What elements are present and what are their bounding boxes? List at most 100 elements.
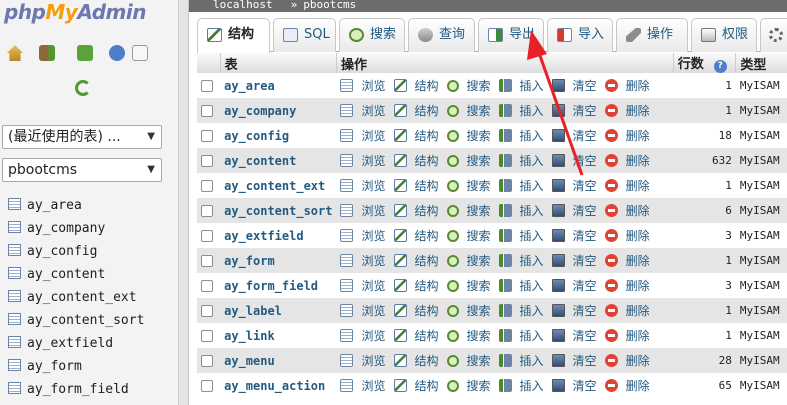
insert-action[interactable]: 插入 [498,302,544,319]
row-checkbox[interactable] [201,205,213,217]
help-icon[interactable]: ? [713,60,727,73]
drop-action[interactable]: 删除 [604,202,650,219]
browse-action[interactable]: 浏览 [340,302,386,319]
row-checkbox[interactable] [201,105,213,117]
database-select[interactable]: pbootcms ▼ [2,158,162,182]
row-checkbox[interactable] [201,80,213,92]
drop-action[interactable]: 删除 [604,127,650,144]
tab-privileges[interactable]: 权限 [691,18,757,52]
insert-action[interactable]: 插入 [498,277,544,294]
search-action[interactable]: 搜索 [446,202,491,219]
row-checkbox[interactable] [201,355,213,367]
drop-action[interactable]: 删除 [604,152,650,169]
table-icon[interactable] [8,290,21,302]
search-action[interactable]: 搜索 [446,252,491,269]
drop-action[interactable]: 删除 [604,102,650,119]
browse-action[interactable]: 浏览 [340,352,386,369]
row-checkbox[interactable] [201,230,213,242]
tab-import[interactable]: 导入 [547,18,613,52]
drop-action[interactable]: 删除 [604,227,650,244]
search-action[interactable]: 搜索 [446,177,491,194]
search-action[interactable]: 搜索 [446,277,491,294]
table-name-link[interactable]: ay_link [224,329,275,343]
table-name-link[interactable]: ay_company [224,104,296,118]
nav-table-item[interactable]: ay_form_field [8,379,144,402]
nav-table-item[interactable]: ay_area [8,195,144,218]
row-checkbox[interactable] [201,305,213,317]
insert-action[interactable]: 插入 [498,352,544,369]
table-name-link[interactable]: ay_menu_action [224,379,325,393]
row-checkbox[interactable] [201,380,213,392]
tab-export[interactable]: 导出 [478,18,544,52]
browse-action[interactable]: 浏览 [340,277,386,294]
empty-action[interactable]: 清空 [551,202,597,219]
structure-action[interactable]: 结构 [393,152,439,169]
column-header-type[interactable]: 类型 [735,53,787,73]
search-action[interactable]: 搜索 [446,77,491,94]
nav-table-item[interactable]: ay_company [8,218,144,241]
table-icon[interactable] [8,382,21,394]
table-icon[interactable] [8,359,21,371]
table-name-link[interactable]: ay_config [224,129,289,143]
table-icon[interactable] [8,198,21,210]
structure-action[interactable]: 结构 [393,377,439,394]
structure-action[interactable]: 结构 [393,327,439,344]
drop-action[interactable]: 删除 [604,177,650,194]
recent-tables-select[interactable]: (最近使用的表) ... ▼ [2,125,162,149]
search-action[interactable]: 搜索 [446,102,491,119]
table-name-link[interactable]: ay_label [224,304,282,318]
table-name-link[interactable]: ay_extfield [224,229,303,243]
drop-action[interactable]: 删除 [604,277,650,294]
row-checkbox[interactable] [201,280,213,292]
docs-icon[interactable] [109,45,125,61]
insert-action[interactable]: 插入 [498,152,544,169]
column-header-rows[interactable]: 行数? [673,53,737,73]
table-name-link[interactable]: ay_area [224,79,275,93]
table-icon[interactable] [8,336,21,348]
structure-action[interactable]: 结构 [393,177,439,194]
drop-action[interactable]: 删除 [604,352,650,369]
empty-action[interactable]: 清空 [551,327,597,344]
structure-action[interactable]: 结构 [393,277,439,294]
empty-action[interactable]: 清空 [551,302,597,319]
drop-action[interactable]: 删除 [604,327,650,344]
search-action[interactable]: 搜索 [446,152,491,169]
browse-action[interactable]: 浏览 [340,152,386,169]
row-checkbox[interactable] [201,330,213,342]
nav-table-item[interactable]: ay_content_ext [8,287,144,310]
drop-action[interactable]: 删除 [604,252,650,269]
table-icon[interactable] [8,221,21,233]
structure-action[interactable]: 结构 [393,352,439,369]
empty-action[interactable]: 清空 [551,252,597,269]
browse-action[interactable]: 浏览 [340,102,386,119]
structure-action[interactable]: 结构 [393,302,439,319]
tab-more[interactable] [760,18,787,52]
empty-action[interactable]: 清空 [551,277,597,294]
empty-action[interactable]: 清空 [551,152,597,169]
tab-operations[interactable]: 操作 [616,18,688,52]
nav-resize-handle[interactable] [178,0,189,405]
structure-action[interactable]: 结构 [393,77,439,94]
browse-action[interactable]: 浏览 [340,327,386,344]
tab-query[interactable]: 查询 [408,18,475,52]
insert-action[interactable]: 插入 [498,127,544,144]
insert-action[interactable]: 插入 [498,227,544,244]
table-name-link[interactable]: ay_menu [224,354,275,368]
search-action[interactable]: 搜索 [446,302,491,319]
table-name-link[interactable]: ay_content_ext [224,179,325,193]
table-name-link[interactable]: ay_form_field [224,279,318,293]
table-name-link[interactable]: ay_form [224,254,275,268]
row-checkbox[interactable] [201,255,213,267]
nav-table-item[interactable]: ay_content_sort [8,310,144,333]
breadcrumb-server[interactable]: localhost [213,0,273,11]
query-window-icon[interactable] [77,45,93,61]
search-action[interactable]: 搜索 [446,327,491,344]
logout-icon[interactable] [39,45,55,61]
insert-action[interactable]: 插入 [498,177,544,194]
column-header-table[interactable]: 表 [220,53,337,73]
nav-table-item[interactable]: ay_config [8,241,144,264]
row-checkbox[interactable] [201,155,213,167]
insert-action[interactable]: 插入 [498,102,544,119]
empty-action[interactable]: 清空 [551,177,597,194]
nav-table-item[interactable]: ay_form [8,356,144,379]
